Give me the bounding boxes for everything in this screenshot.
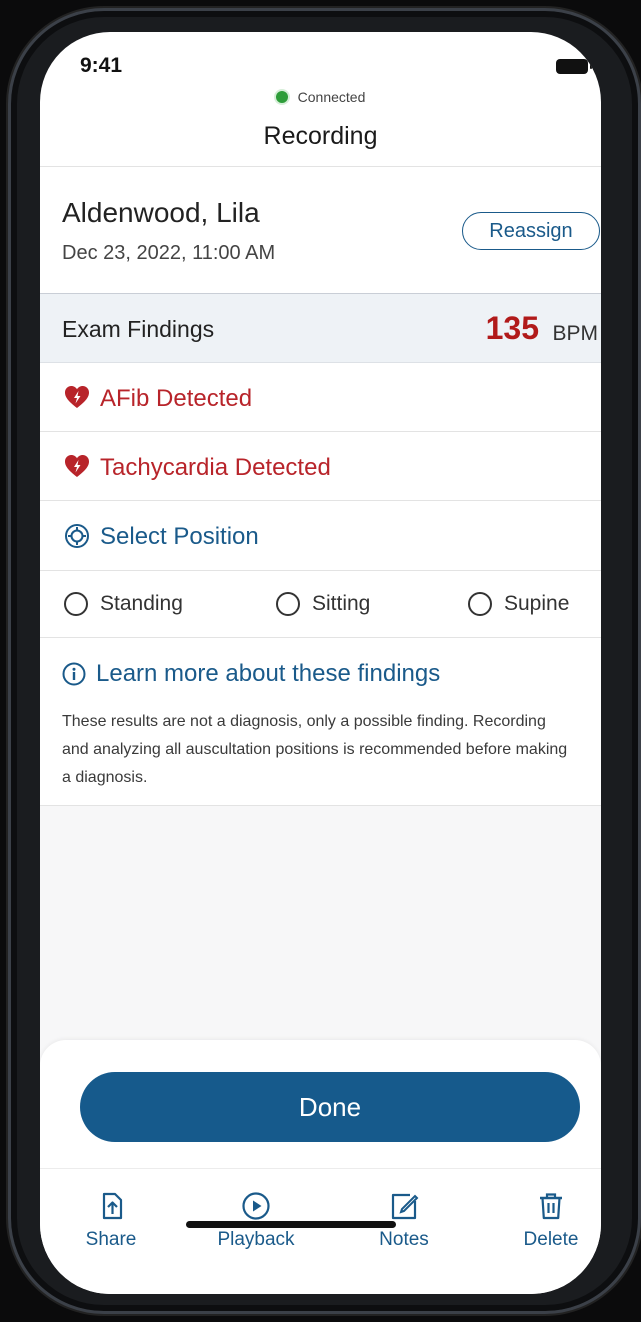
bpm-value: 135 <box>485 310 539 346</box>
trash-icon <box>540 1193 562 1220</box>
radio-label-sitting: Sitting <box>312 592 371 615</box>
tab-label-playback: Playback <box>217 1229 295 1250</box>
radio-circle <box>468 592 492 616</box>
tab-share[interactable]: Share <box>56 1191 166 1251</box>
play-icon <box>242 1192 270 1220</box>
header-divider <box>40 166 601 167</box>
radio-circle <box>276 592 300 616</box>
bottom-tab-bar: Share Playback Notes Delete <box>40 1168 601 1268</box>
share-icon <box>102 1192 123 1220</box>
action-sheet: Done Share Playback Notes Delete <box>40 1040 601 1294</box>
exam-findings-title: Exam Findings <box>62 316 215 342</box>
exam-findings-header: Exam Findings 135 BPM <box>40 293 601 363</box>
radio-label-standing: Standing <box>100 592 183 615</box>
tab-label-notes: Notes <box>379 1229 429 1250</box>
tab-delete[interactable]: Delete <box>496 1191 601 1251</box>
notes-icon <box>391 1193 419 1220</box>
radio-supine[interactable]: Supine <box>468 592 569 616</box>
radio-sitting[interactable]: Sitting <box>276 592 370 616</box>
select-position-label: Select Position <box>100 523 259 550</box>
finding-label-afib: AFib Detected <box>100 385 253 412</box>
tab-label-share: Share <box>85 1229 137 1250</box>
finding-label-tachycardia: Tachycardia Detected <box>100 454 331 481</box>
patient-name: Aldenwood, Lila <box>62 197 260 228</box>
info-icon <box>62 662 86 686</box>
connected-dot-icon <box>275 91 288 103</box>
connection-status: Connected <box>40 89 601 105</box>
learn-more-label: Learn more about these findings <box>96 660 441 687</box>
status-time: 9:41 <box>80 54 123 77</box>
finding-row-afib: AFib Detected <box>40 363 601 432</box>
heart-alert-icon <box>65 455 89 477</box>
learn-more-link[interactable]: Learn more about these findings <box>62 660 440 688</box>
battery-icon <box>556 59 592 74</box>
select-position-row[interactable]: Select Position <box>40 501 601 571</box>
target-icon <box>65 524 89 548</box>
radio-label-supine: Supine <box>504 592 570 615</box>
done-button[interactable]: Done <box>80 1072 580 1142</box>
disclaimer-text: These results are not a diagnosis, only … <box>62 713 568 786</box>
connection-label: Connected <box>297 89 366 105</box>
heart-alert-icon <box>65 386 89 408</box>
reassign-button[interactable]: Reassign <box>462 212 600 250</box>
bpm-unit: BPM <box>552 322 598 345</box>
tab-label-delete: Delete <box>523 1229 579 1250</box>
radio-standing[interactable]: Standing <box>64 592 183 616</box>
page-title: Recording <box>263 122 378 150</box>
finding-row-tachycardia: Tachycardia Detected <box>40 432 601 501</box>
recording-datetime: Dec 23, 2022, 11:00 AM <box>62 242 276 264</box>
home-indicator[interactable] <box>186 1221 396 1228</box>
radio-circle <box>64 592 88 616</box>
app-screen: 9:41 Connected Recording Aldenwood, Lila… <box>40 32 601 1294</box>
position-options-row: Standing Sitting Supine <box>40 571 601 638</box>
